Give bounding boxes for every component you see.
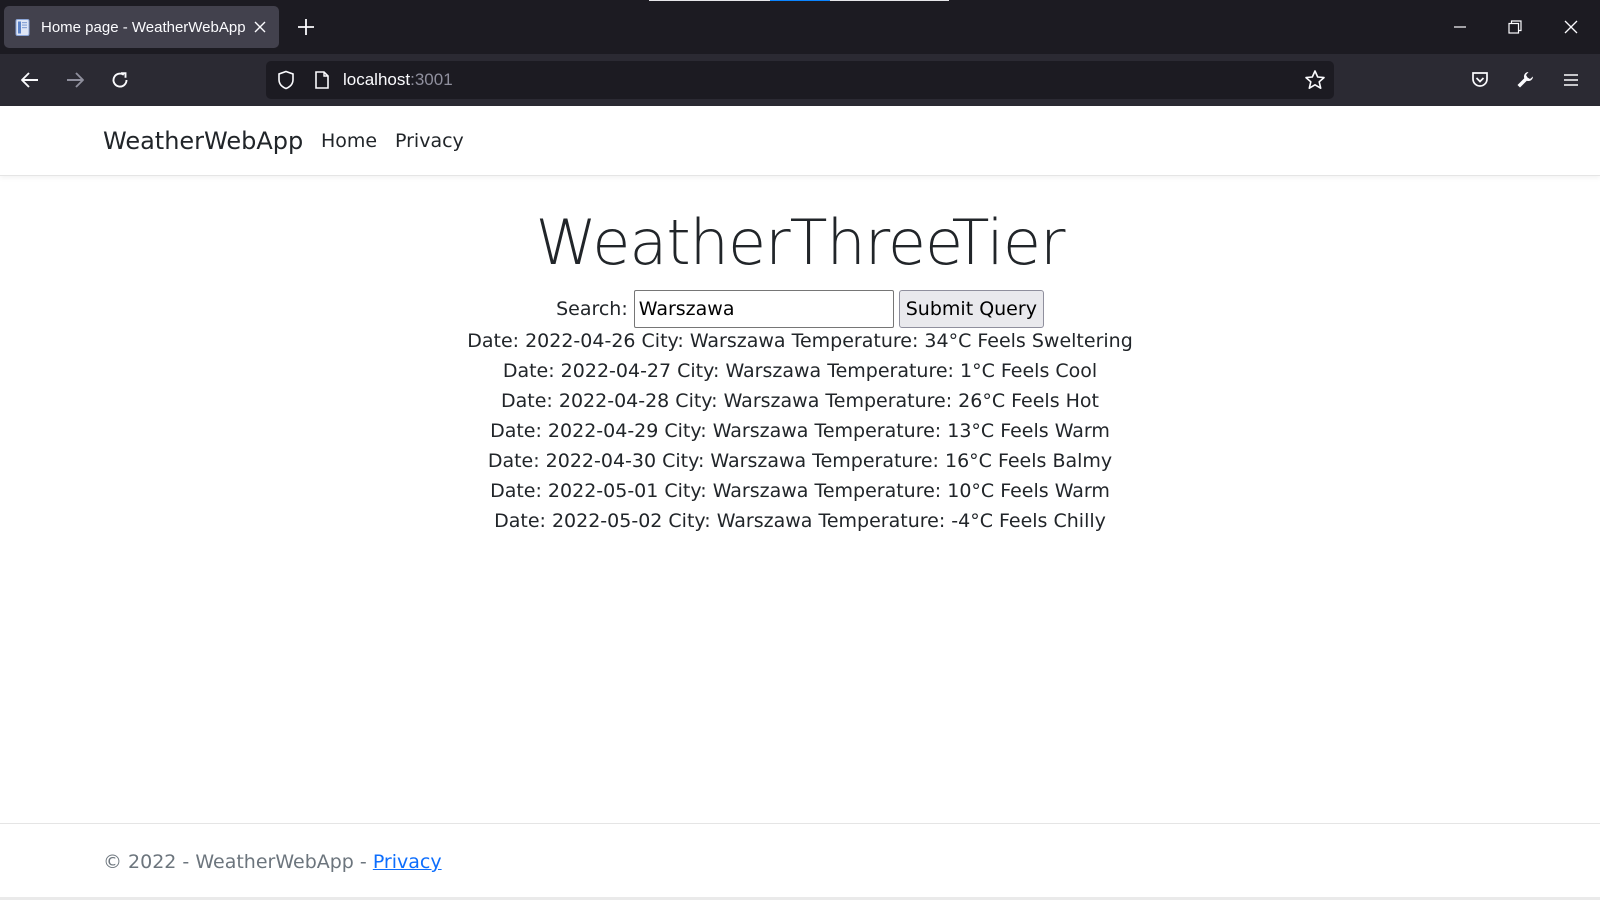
site-footer: © 2022 - WeatherWebApp - Privacy [0, 823, 1600, 900]
result-item: Date: 2022-04-30 City: Warszawa Temperat… [487, 450, 1113, 472]
footer-text: © 2022 - WeatherWebApp - Privacy [103, 824, 442, 900]
site-header: WeatherWebApp Home Privacy [0, 106, 1600, 176]
result-item: Date: 2022-04-26 City: Warszawa Temperat… [467, 330, 1133, 352]
result-item: Date: 2022-04-28 City: Warszawa Temperat… [501, 390, 1099, 412]
browser-tab-active[interactable]: Home page - WeatherWebApp [4, 6, 279, 48]
shield-icon[interactable] [276, 70, 296, 90]
minimize-icon[interactable] [1442, 10, 1478, 44]
navbar-brand[interactable]: WeatherWebApp [103, 106, 303, 176]
browser-toolbar: localhost:3001 [0, 54, 1600, 106]
wrench-icon[interactable] [1511, 66, 1539, 94]
results-list: Date: 2022-04-26 City: Warszawa Temperat… [0, 326, 1600, 536]
plus-icon[interactable] [294, 15, 318, 39]
search-label: Search: [556, 298, 628, 320]
reload-icon[interactable] [106, 66, 134, 94]
main-content: WeatherThreeTier Search: Submit Query Da… [0, 176, 1600, 816]
nav-link-privacy[interactable]: Privacy [395, 106, 464, 176]
footer-privacy-link[interactable]: Privacy [373, 851, 442, 873]
back-arrow-icon[interactable] [16, 66, 44, 94]
url-port: :3001 [410, 70, 453, 89]
bookmark-star-icon[interactable] [1304, 69, 1326, 91]
url-text[interactable]: localhost:3001 [343, 61, 453, 99]
submit-query-button[interactable]: Submit Query [898, 290, 1044, 328]
footer-copyright: © 2022 - WeatherWebApp - [103, 851, 373, 873]
nav-link-home[interactable]: Home [321, 106, 377, 176]
result-item: Date: 2022-04-29 City: Warszawa Temperat… [490, 420, 1110, 442]
page-icon [14, 18, 33, 37]
tab-title: Home page - WeatherWebApp [41, 18, 246, 36]
page-info-icon[interactable] [312, 70, 332, 90]
close-icon[interactable] [251, 18, 269, 36]
restore-icon[interactable] [1497, 10, 1533, 44]
hamburger-menu-icon[interactable] [1557, 66, 1585, 94]
url-bar[interactable]: localhost:3001 [266, 61, 1334, 99]
close-window-icon[interactable] [1553, 10, 1589, 44]
result-item: Date: 2022-05-02 City: Warszawa Temperat… [494, 510, 1106, 532]
page-title: WeatherThreeTier [535, 206, 1066, 279]
result-item: Date: 2022-04-27 City: Warszawa Temperat… [502, 360, 1098, 382]
tabbar-accent-line-blue [770, 0, 830, 1]
result-item: Date: 2022-05-01 City: Warszawa Temperat… [490, 480, 1110, 502]
url-host: localhost [343, 70, 411, 89]
search-input[interactable] [633, 290, 894, 328]
browser-tab-bar: Home page - WeatherWebApp [0, 0, 1600, 54]
pocket-icon[interactable] [1466, 66, 1494, 94]
search-form: Search: Submit Query [0, 290, 1600, 328]
forward-arrow-icon[interactable] [61, 66, 89, 94]
